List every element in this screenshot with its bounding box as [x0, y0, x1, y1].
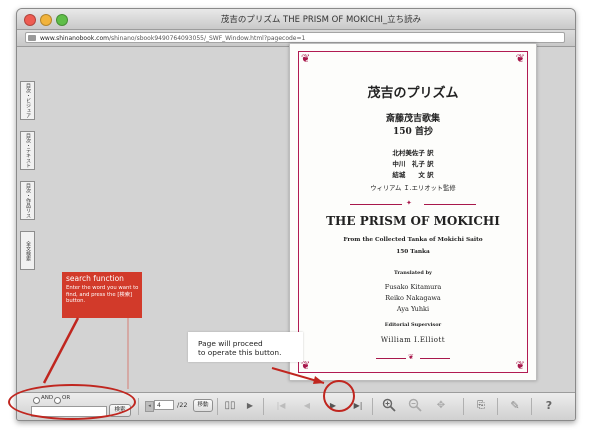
search-highlight-ring — [8, 384, 136, 420]
page-pointer-arrowhead — [313, 376, 324, 384]
search-pointer-line — [42, 317, 80, 384]
annotation-overlay — [42, 317, 325, 389]
next-button-highlight-ring — [323, 380, 355, 412]
